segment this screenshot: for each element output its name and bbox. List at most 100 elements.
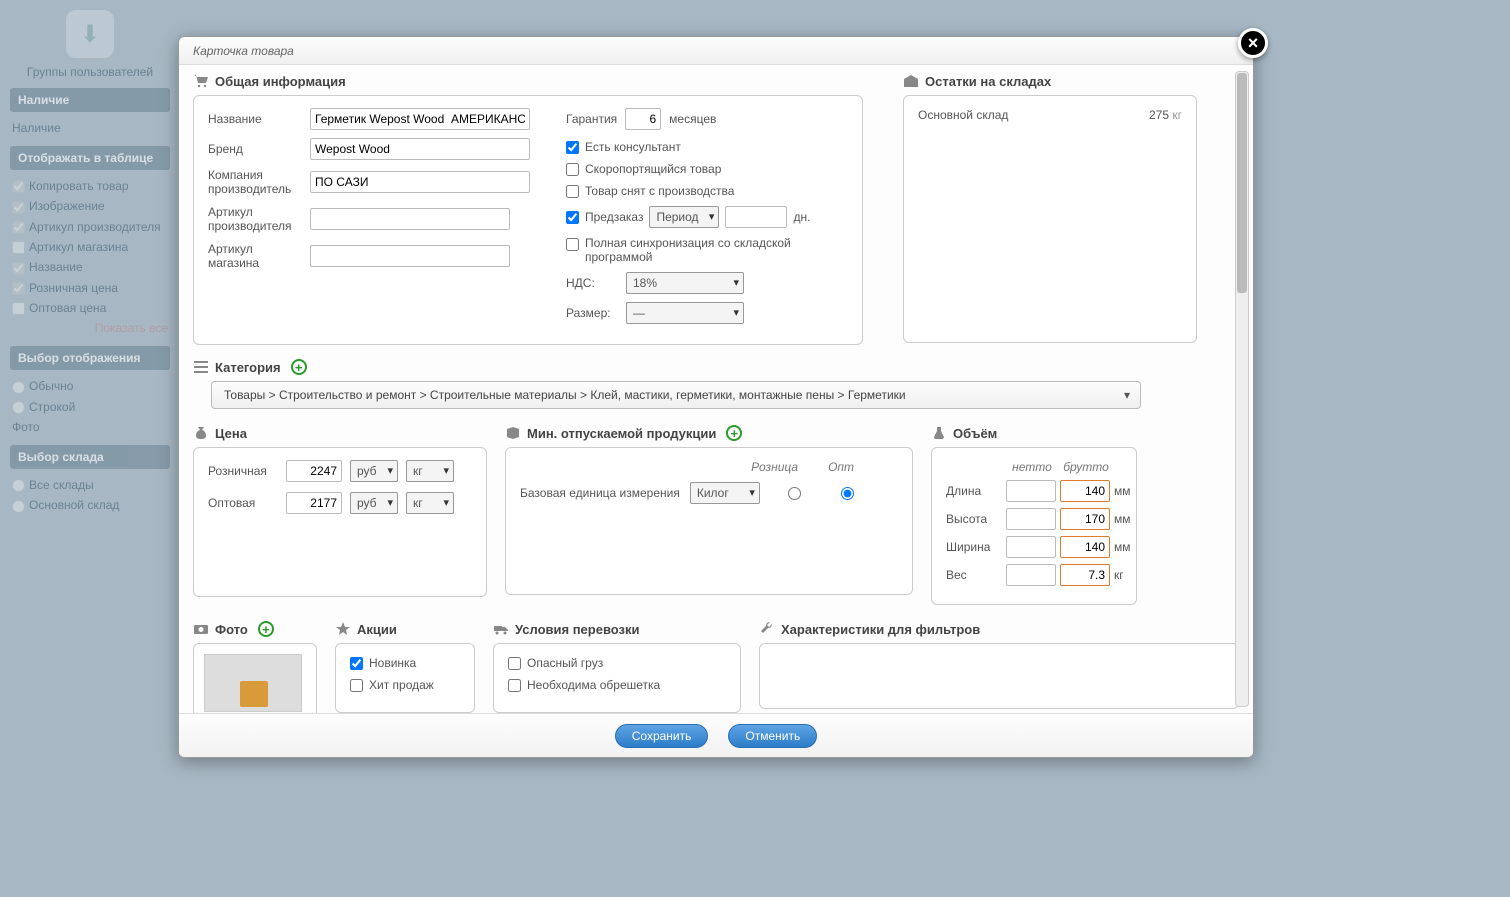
preorder-period-select[interactable]: Период	[649, 206, 719, 228]
vat-select[interactable]: 18%	[626, 272, 744, 294]
panel-general: Название Бренд Компания производитель	[193, 95, 863, 345]
flask-icon	[931, 425, 947, 441]
cancel-button[interactable]: Отменить	[728, 724, 817, 748]
list-icon	[193, 359, 209, 375]
brand-input[interactable]	[310, 138, 530, 160]
moneybag-icon	[193, 425, 209, 441]
retail-currency-select[interactable]: руб	[350, 460, 398, 482]
base-unit-label: Базовая единица измерения	[520, 486, 680, 500]
width-gross-input[interactable]	[1060, 536, 1110, 558]
perishable-label: Скоропортящийся товар	[585, 162, 721, 176]
consultant-checkbox[interactable]	[566, 141, 579, 154]
weight-unit: кг	[1114, 568, 1138, 582]
background-sidebar: ⬇ Группы пользователей Наличие Наличие О…	[0, 0, 180, 526]
preorder-label: Предзаказ	[585, 210, 643, 224]
panel-price: Розничная руб кг Оптовая руб кг	[193, 447, 487, 597]
wholesale-label: Оптовая	[208, 496, 278, 510]
wholesale-weight-select[interactable]: кг	[406, 492, 454, 514]
retail-input[interactable]	[286, 460, 342, 482]
warranty-label: Гарантия	[566, 112, 617, 126]
length-unit: мм	[1114, 484, 1138, 498]
length-label: Длина	[946, 484, 1004, 498]
section-stock-title: Остатки на складах	[925, 74, 1051, 89]
width-label: Ширина	[946, 540, 1004, 554]
category-dropdown[interactable]: Товары > Строительство и ремонт > Строит…	[211, 381, 1141, 409]
add-photo-button[interactable]: +	[258, 621, 274, 637]
new-checkbox[interactable]	[350, 657, 363, 670]
sku-store-label: Артикул магазина	[208, 242, 300, 271]
manufacturer-input[interactable]	[310, 171, 530, 193]
sync-checkbox[interactable]	[566, 238, 579, 251]
size-label: Размер:	[566, 306, 616, 320]
warranty-unit: месяцев	[669, 112, 716, 126]
section-minrelease-title: Мин. отпускаемой продукции	[527, 426, 716, 441]
truck-icon	[493, 621, 509, 637]
sku-store-input[interactable]	[310, 245, 510, 267]
weight-label: Вес	[946, 568, 1004, 582]
scrollbar[interactable]	[1235, 71, 1249, 707]
crate-label: Необходима обрешетка	[527, 678, 660, 692]
panel-volume: неттобрутто Длина мм Высота мм	[931, 447, 1137, 605]
height-unit: мм	[1114, 512, 1138, 526]
warranty-input[interactable]	[625, 108, 661, 130]
stock-row: Основной склад 275 кг	[918, 108, 1182, 122]
length-gross-input[interactable]	[1060, 480, 1110, 502]
retail-radio[interactable]	[788, 487, 801, 500]
size-select[interactable]: —	[626, 302, 744, 324]
height-gross-input[interactable]	[1060, 508, 1110, 530]
wholesale-radio[interactable]	[841, 487, 854, 500]
sync-label: Полная синхронизация со складской програ…	[585, 236, 805, 264]
section-volume-title: Объём	[953, 426, 997, 441]
panel-shipping: Опасный груз Необходима обрешетка	[493, 643, 741, 713]
modal-title: Карточка товара	[179, 37, 1253, 65]
gross-head: брутто	[1060, 460, 1112, 474]
discontinued-checkbox[interactable]	[566, 185, 579, 198]
length-net-input[interactable]	[1006, 480, 1056, 502]
cart-icon	[193, 73, 209, 89]
perishable-checkbox[interactable]	[566, 163, 579, 176]
net-head: нетто	[1006, 460, 1058, 474]
stock-name: Основной склад	[918, 108, 1008, 122]
preorder-days-input[interactable]	[725, 206, 787, 228]
hit-checkbox[interactable]	[350, 679, 363, 692]
base-unit-select[interactable]: Килог	[690, 482, 760, 504]
name-input[interactable]	[310, 108, 530, 130]
brand-label: Бренд	[208, 142, 300, 156]
wholesale-currency-select[interactable]: руб	[350, 492, 398, 514]
camera-icon	[193, 621, 209, 637]
width-unit: мм	[1114, 540, 1138, 554]
vat-label: НДС:	[566, 276, 616, 290]
panel-minrelease: Розница Опт Базовая единица измерения Ки…	[505, 447, 913, 595]
section-general-title: Общая информация	[215, 74, 346, 89]
product-card-modal: Карточка товара Общая информация Названи…	[178, 36, 1254, 758]
preorder-checkbox[interactable]	[566, 211, 579, 224]
danger-checkbox[interactable]	[508, 657, 521, 670]
add-minrelease-button[interactable]: +	[726, 425, 742, 441]
manufacturer-label: Компания производитель	[208, 168, 300, 197]
sku-mfr-input[interactable]	[310, 208, 510, 230]
hit-label: Хит продаж	[369, 678, 434, 692]
panel-stock: Основной склад 275 кг	[903, 95, 1197, 343]
product-thumbnail[interactable]	[204, 654, 302, 712]
close-button[interactable]: ×	[1238, 28, 1268, 58]
height-label: Высота	[946, 512, 1004, 526]
section-photo-title: Фото	[215, 622, 248, 637]
box-icon	[505, 425, 521, 441]
crate-checkbox[interactable]	[508, 679, 521, 692]
height-net-input[interactable]	[1006, 508, 1056, 530]
name-label: Название	[208, 112, 300, 126]
section-price-title: Цена	[215, 426, 247, 441]
retail-weight-select[interactable]: кг	[406, 460, 454, 482]
sku-mfr-label: Артикул производителя	[208, 205, 300, 234]
star-icon	[335, 621, 351, 637]
wrench-icon	[759, 621, 775, 637]
width-net-input[interactable]	[1006, 536, 1056, 558]
panel-filters	[759, 643, 1239, 709]
weight-net-input[interactable]	[1006, 564, 1056, 586]
retail-head: Розница	[751, 460, 798, 474]
weight-gross-input[interactable]	[1060, 564, 1110, 586]
save-button[interactable]: Сохранить	[615, 724, 709, 748]
wholesale-input[interactable]	[286, 492, 342, 514]
add-category-button[interactable]: +	[291, 359, 307, 375]
section-shipping-title: Условия перевозки	[515, 622, 640, 637]
